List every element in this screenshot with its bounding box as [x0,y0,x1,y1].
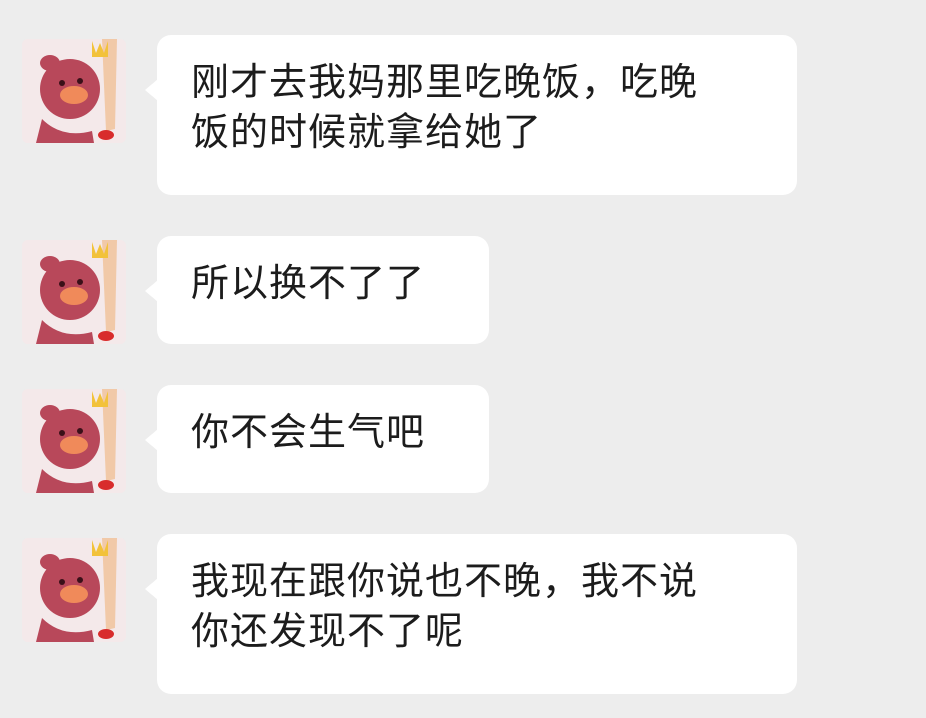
pig-avatar-icon [22,240,126,344]
message-text: 你不会生气吧 [191,410,426,454]
avatar[interactable] [22,39,126,143]
message-bubble[interactable]: 你不会生气吧 [145,385,489,493]
message-text: 饭的时候就拿给她了 [191,110,543,154]
avatar[interactable] [22,240,126,344]
avatar[interactable] [22,538,126,642]
avatar[interactable] [22,389,126,493]
message-bubble[interactable]: 刚才去我妈那里吃晚饭，吃晚 饭的时候就拿给她了 [145,35,797,195]
message-text: 刚才去我妈那里吃晚饭，吃晚 [191,60,699,104]
message-bubble[interactable]: 所以换不了了 [145,236,489,344]
chat-area: 刚才去我妈那里吃晚饭，吃晚 饭的时候就拿给她了 所以换不了了 你不会生气吧 我现… [0,0,926,718]
message-text: 所以换不了了 [191,261,426,305]
message-text: 我现在跟你说也不晚，我不说 [191,559,699,603]
pig-avatar-icon [22,39,126,143]
message-text: 你还发现不了呢 [191,609,465,653]
message-bubble[interactable]: 我现在跟你说也不晚，我不说 你还发现不了呢 [145,534,797,694]
pig-avatar-icon [22,389,126,493]
pig-avatar-icon [22,538,126,642]
